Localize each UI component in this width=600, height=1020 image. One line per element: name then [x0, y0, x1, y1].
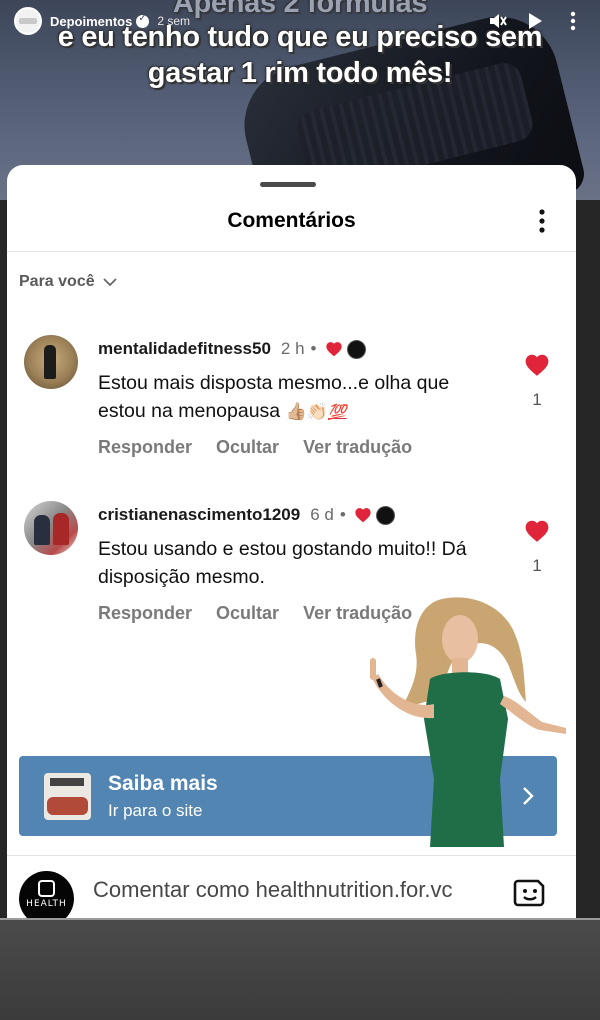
- filter-label: Para você: [19, 273, 95, 290]
- story-username[interactable]: Depoimentos: [50, 14, 132, 29]
- separator-dot: •: [310, 339, 317, 358]
- like-column: 1: [517, 353, 557, 410]
- comment-item: mentalidadefitness50 2 h • Estou mais di…: [24, 335, 576, 465]
- bottom-bar: [0, 920, 600, 1020]
- promo-subtitle: Ir para o site: [108, 800, 203, 820]
- mute-icon[interactable]: [486, 10, 508, 32]
- creator-liked-heart-icon: [355, 508, 371, 523]
- comment-filter-dropdown[interactable]: Para você: [19, 273, 117, 291]
- see-translation-button[interactable]: Ver tradução: [303, 437, 412, 458]
- clap-emoji: 👏🏻: [306, 402, 328, 422]
- comment-username[interactable]: mentalidadefitness50: [98, 339, 271, 359]
- like-heart-icon[interactable]: [524, 353, 550, 377]
- comment-text: Estou mais disposta mesmo...e olha que e…: [98, 372, 450, 422]
- avatar-logo-text: HEALTH: [26, 899, 67, 909]
- story-controls: [486, 10, 584, 32]
- reply-button[interactable]: Responder: [98, 437, 192, 458]
- comment-header: cristianenascimento1209 6 d •: [98, 505, 395, 525]
- comment-username[interactable]: cristianenascimento1209: [98, 505, 300, 525]
- drag-handle[interactable]: [260, 182, 316, 187]
- like-column: 1: [517, 519, 557, 576]
- avatar[interactable]: [24, 335, 78, 389]
- story-avatar[interactable]: [14, 7, 42, 35]
- comment-actions: Responder Ocultar Ver tradução: [98, 437, 412, 458]
- comment-time: 6 d: [310, 505, 334, 524]
- comment-text: Estou usando e estou gostando muito!! Dá…: [98, 538, 467, 588]
- verified-badge-icon: [136, 13, 150, 28]
- composer-avatar: HEALTH: [19, 871, 74, 920]
- comment-input[interactable]: [93, 877, 513, 903]
- creator-avatar: [346, 339, 366, 359]
- comments-title: Comentários: [227, 209, 356, 232]
- story-caption-line-3: gastar 1 rim todo mês!: [147, 57, 453, 89]
- creator-avatar: [375, 505, 395, 525]
- like-heart-icon[interactable]: [524, 519, 550, 543]
- sticker-icon[interactable]: [513, 877, 547, 909]
- story-more-icon[interactable]: [562, 10, 584, 32]
- hide-button[interactable]: Ocultar: [216, 437, 279, 458]
- promo-title: Saiba mais: [108, 771, 218, 795]
- woman-sticker-image: [370, 597, 566, 847]
- story-time: 2 sem: [157, 14, 191, 28]
- divider: [7, 251, 576, 252]
- chevron-down-icon: [102, 277, 117, 286]
- hide-button[interactable]: Ocultar: [216, 603, 279, 624]
- play-icon[interactable]: [524, 10, 546, 32]
- promo-thumbnail: [44, 772, 91, 820]
- promo-text: Saiba mais Ir para o site: [108, 772, 218, 821]
- divider: [7, 855, 576, 856]
- separator-dot: •: [339, 505, 346, 524]
- more-options-icon[interactable]: [534, 208, 550, 234]
- comment-time: 2 h: [280, 339, 305, 358]
- comment-header: mentalidadefitness50 2 h •: [98, 339, 366, 359]
- creator-liked-heart-icon: [325, 342, 342, 357]
- hundred-emoji: 💯: [327, 403, 347, 421]
- reply-button[interactable]: Responder: [98, 603, 192, 624]
- like-count: 1: [532, 390, 542, 409]
- avatar[interactable]: [24, 501, 78, 555]
- like-count: 1: [532, 556, 542, 575]
- thumbs-up-emoji: 👍🏼: [285, 402, 307, 422]
- story-header: Depoimentos 2 sem: [0, 0, 600, 42]
